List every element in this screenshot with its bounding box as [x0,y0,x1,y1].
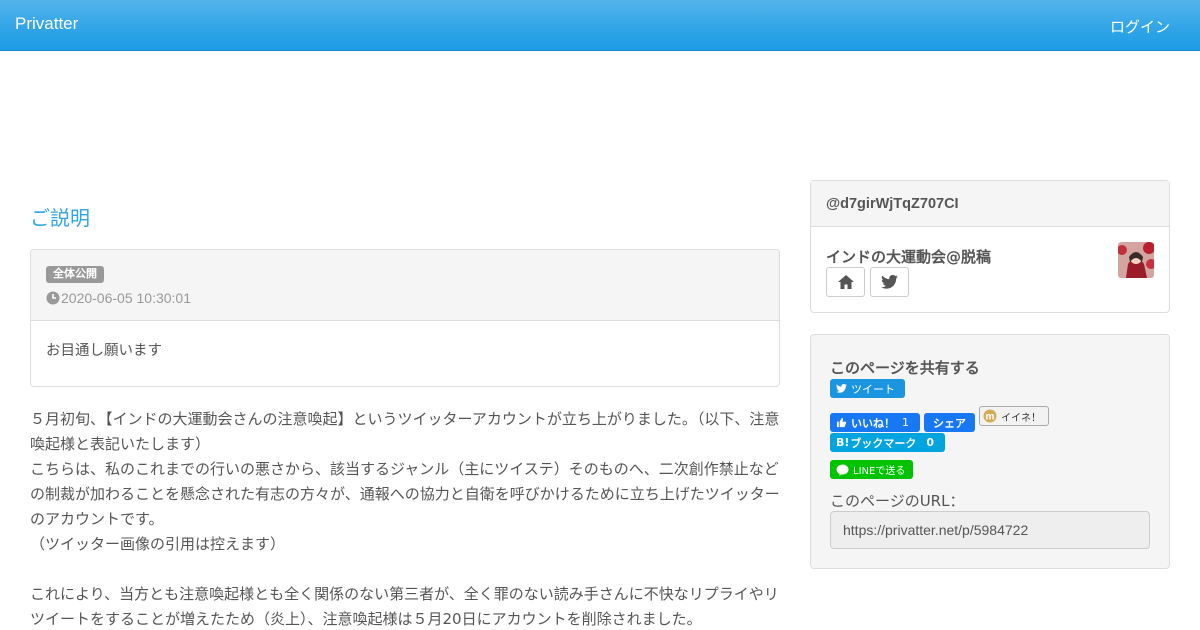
line-icon [836,463,849,476]
hatena-bookmark-button[interactable]: B! ブックマーク 0 [830,433,945,452]
facebook-like-count: 1 [902,416,909,429]
hatena-count: 0 [926,436,935,449]
page-url-input[interactable] [830,511,1150,549]
share-panel: このページを共有する ツイート いいね！ 1 シェア m イイネ！ B! ブック… [810,334,1170,569]
twitter-icon [836,384,847,393]
hatena-icon: B! [836,436,850,449]
post-date-text: 2020-06-05 10:30:01 [61,290,191,306]
mixi-check-button[interactable]: m イイネ！ [979,406,1049,426]
home-icon [837,275,854,289]
facebook-share-button[interactable]: シェア [924,413,975,432]
hatena-label: ブックマーク [850,436,917,450]
tweet-label: ツイート [851,382,895,396]
post-body: ５月初旬、【インドの大運動会さんの注意喚起】というツイッターアカウントが立ち上が… [30,407,782,630]
navbar: Privatter ログイン [0,0,1200,51]
post-date: 2020-06-05 10:30:01 [46,290,191,306]
page-url-label: このページのURL： [830,492,965,510]
line-share-button[interactable]: LINEで送る [830,460,913,479]
post-paragraph: ５月初旬、【インドの大運動会さんの注意喚起】というツイッターアカウントが立ち上が… [30,410,780,553]
author-panel: @d7girWjTqZ707CI インドの大運動会@脱稿 [810,180,1170,313]
author-handle[interactable]: @d7girWjTqZ707CI [811,181,1169,227]
clock-icon [46,291,60,305]
post-paragraph: これにより、当方とも注意喚起様とも全く関係のない第三者が、全く罪のない読み手さん… [30,585,779,628]
post-summary: お目通し願います [46,343,162,359]
brand-link[interactable]: Privatter [15,14,78,34]
facebook-like-label: いいね！ [851,416,895,430]
line-label: LINEで送る [853,466,906,477]
twitter-icon [881,275,898,289]
avatar-image [1118,242,1154,278]
post-info-panel: 全体公開 2020-06-05 10:30:01 お目通し願います [30,249,780,387]
mixi-icon: m [983,409,997,423]
author-name: インドの大運動会@脱稿 [826,248,992,266]
tweet-button[interactable]: ツイート [830,379,905,398]
twitter-profile-button[interactable] [870,267,909,297]
svg-text:m: m [986,412,995,423]
avatar[interactable] [1118,242,1154,278]
visibility-badge: 全体公開 [46,266,104,283]
thumbs-up-icon [836,417,847,428]
facebook-like-button[interactable]: いいね！ 1 [830,413,920,432]
post-info-header: 全体公開 2020-06-05 10:30:01 [31,250,779,321]
login-link[interactable]: ログイン [1110,16,1170,37]
page-title: ご説明 [30,206,90,230]
home-button[interactable] [826,267,865,297]
mixi-label: イイネ！ [1001,412,1041,424]
share-title: このページを共有する [830,359,980,377]
